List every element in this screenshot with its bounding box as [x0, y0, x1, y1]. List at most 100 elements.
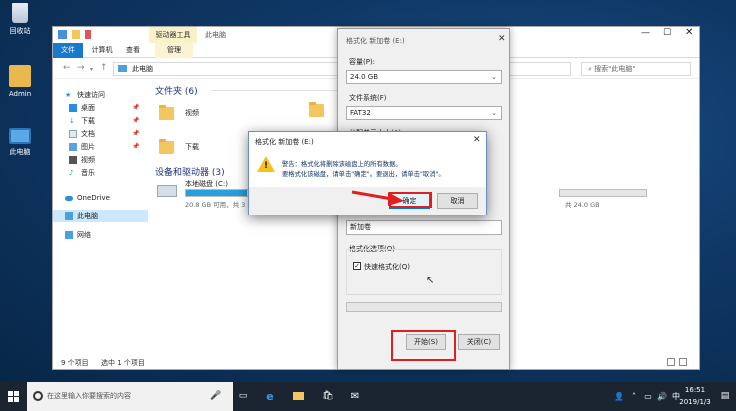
nav-documents[interactable]: 文档 📌 — [53, 128, 148, 140]
store-icon[interactable]: 🛍 — [318, 382, 338, 411]
nav-quick-access[interactable]: ★ 快速访问 — [53, 89, 148, 101]
folder-item[interactable]: 视频 — [159, 103, 219, 123]
tab-view[interactable]: 查看 — [120, 43, 146, 58]
pin-icon[interactable]: 📌 — [132, 115, 139, 127]
nav-label: 快速访问 — [77, 91, 105, 99]
search-input[interactable]: ⌕ 搜索"此电脑" — [581, 62, 691, 76]
this-pc-icon — [9, 128, 31, 144]
up-arrow-icon[interactable]: ↑ — [100, 63, 108, 73]
notification-icon[interactable]: ▤ — [716, 382, 734, 411]
nav-onedrive[interactable]: OneDrive — [53, 192, 148, 204]
desktop-icon-admin[interactable]: Admin — [0, 65, 40, 98]
minimize-icon[interactable]: — — [641, 28, 650, 38]
taskbar: 在这里输入你要搜索的内容 🎤 ▭ e 🛍 ✉ 👤 ˄ ▭ 🔊 中 16:51 2… — [0, 382, 736, 411]
pin-icon[interactable]: 📌 — [132, 102, 139, 114]
forward-arrow-icon[interactable]: → — [77, 63, 85, 73]
folder-label: 视频 — [185, 109, 199, 117]
close-icon[interactable]: ✕ — [498, 34, 506, 44]
tab-manage[interactable]: 管理 — [155, 43, 193, 58]
chevron-up-icon[interactable]: ˄ — [628, 382, 640, 411]
nav-label: 视频 — [81, 156, 95, 164]
tab-computer[interactable]: 计算机 — [85, 43, 119, 58]
task-view-icon[interactable]: ▭ — [233, 382, 253, 411]
folder-icon — [159, 139, 174, 154]
nav-network[interactable]: 网络 — [53, 229, 148, 241]
drive-usage-bar — [559, 189, 647, 197]
capacity-value: 24.0 GB — [350, 73, 379, 81]
drive-e-item[interactable]: 共 24.0 GB — [559, 179, 649, 209]
cloud-icon — [65, 196, 73, 201]
drives-group-header[interactable]: 设备和驱动器 (3) — [155, 165, 225, 178]
pin-icon[interactable]: 📌 — [132, 141, 139, 153]
folder-label: 下载 — [185, 143, 199, 151]
file-system-value: FAT32 — [350, 109, 371, 117]
explorer-title: 此电脑 — [205, 31, 226, 39]
volume-label-input[interactable]: 新加卷 — [346, 220, 502, 235]
checkbox-box[interactable]: ✓ — [353, 262, 361, 270]
file-system-select[interactable]: FAT32 ⌄ — [346, 106, 502, 120]
tab-file[interactable]: 文件 — [53, 43, 83, 58]
document-icon — [69, 130, 77, 138]
back-arrow-icon[interactable]: ← — [63, 63, 71, 73]
download-icon: ↓ — [69, 117, 75, 125]
close-icon[interactable]: ✕ — [473, 135, 481, 145]
nav-music[interactable]: ♪ 音乐 — [53, 167, 148, 179]
details-view-icon[interactable] — [667, 358, 675, 366]
microphone-icon[interactable]: 🎤 — [206, 382, 226, 411]
cortana-icon — [33, 391, 43, 401]
large-icons-view-icon[interactable] — [679, 358, 687, 366]
folder-icon[interactable] — [309, 102, 324, 117]
close-icon[interactable]: ✕ — [685, 27, 693, 38]
windows-start-icon[interactable] — [0, 382, 27, 411]
capacity-label: 容量(P): — [349, 58, 376, 66]
video-icon — [69, 156, 77, 164]
highlight-box-start — [391, 330, 456, 361]
warning-exclamation: ! — [264, 161, 269, 171]
nav-videos[interactable]: 视频 — [53, 154, 148, 166]
drive-detail: 20.8 GB 可用，共 3 — [185, 201, 246, 209]
file-system-label: 文件系统(F) — [349, 94, 387, 102]
network-tray-icon[interactable]: ▭ — [642, 382, 654, 411]
edge-icon[interactable]: e — [260, 382, 280, 411]
taskbar-search-input[interactable]: 在这里输入你要搜索的内容 — [27, 382, 233, 411]
user-tray-icon[interactable]: 👤 — [612, 382, 626, 411]
folder-icon — [292, 392, 304, 400]
desktop-icon-label: Admin — [8, 90, 32, 98]
nav-downloads[interactable]: ↓ 下载 📌 — [53, 115, 148, 127]
pc-icon — [118, 65, 127, 72]
user-folder-icon — [9, 65, 31, 87]
hard-drive-icon — [157, 185, 177, 197]
desktop-icon-recycle-bin[interactable]: 回收站 — [0, 3, 40, 36]
capacity-select[interactable]: 24.0 GB ⌄ — [346, 70, 502, 84]
maximize-icon[interactable]: ☐ — [663, 28, 671, 38]
cancel-button[interactable]: 取消 — [437, 193, 478, 209]
mouse-cursor-icon: ↖ — [426, 275, 435, 286]
pin-icon[interactable]: 📌 — [132, 128, 139, 140]
qat-icons[interactable] — [58, 30, 108, 39]
chevron-down-icon[interactable]: ▾ — [90, 66, 93, 73]
drive-tools-context-tab: 驱动器工具 — [149, 27, 197, 43]
warning-line-2: 要格式化该磁盘，请单击"确定"。要退出，请单击"取消"。 — [282, 171, 445, 178]
desktop-icon-label: 回收站 — [9, 27, 31, 35]
mail-icon[interactable]: ✉ — [345, 382, 365, 411]
nav-label: 图片 — [81, 143, 95, 151]
nav-label: OneDrive — [77, 194, 110, 202]
nav-pictures[interactable]: 图片 📌 — [53, 141, 148, 153]
warning-line-1: 警告：格式化将删除该磁盘上的所有数据。 — [282, 161, 402, 168]
file-explorer-icon[interactable] — [288, 382, 308, 411]
folders-group-header[interactable]: 文件夹 (6) — [155, 84, 198, 97]
highlight-box-ok — [389, 192, 432, 208]
address-text: 此电脑 — [132, 65, 153, 73]
volume-icon[interactable]: 🔊 — [656, 382, 668, 411]
status-selected: 选中 1 个项目 — [101, 359, 145, 367]
folder-item[interactable]: 下载 — [159, 137, 219, 157]
chevron-down-icon: ⌄ — [491, 109, 497, 117]
format-progress-bar — [346, 302, 502, 312]
nav-label: 文档 — [81, 130, 95, 138]
nav-desktop[interactable]: 桌面 📌 — [53, 102, 148, 114]
recycle-bin-icon — [12, 3, 28, 23]
nav-this-pc[interactable]: 此电脑 — [53, 210, 148, 222]
close-button[interactable]: 关闭(C) — [458, 334, 500, 350]
clock[interactable]: 16:51 2019/1/3 — [678, 384, 712, 408]
desktop-icon-this-pc[interactable]: 此电脑 — [0, 128, 40, 157]
